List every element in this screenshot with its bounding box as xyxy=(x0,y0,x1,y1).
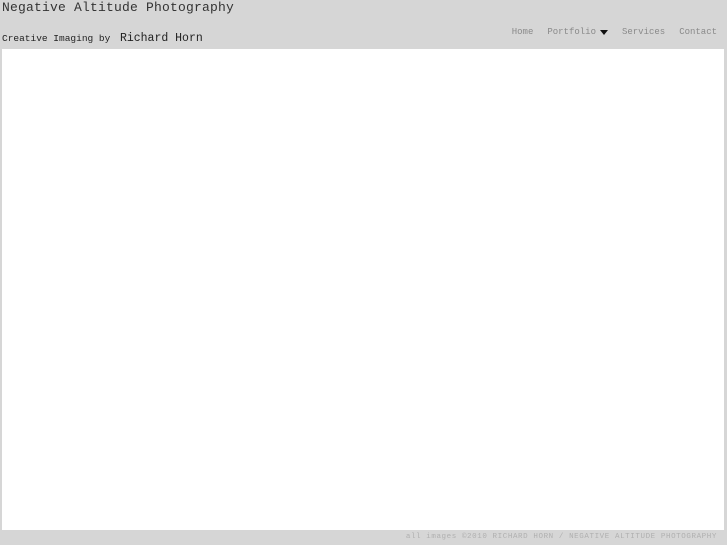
tagline: Creative Imaging by Richard Horn xyxy=(2,30,203,46)
nav-home[interactable]: Home xyxy=(512,27,534,37)
nav-portfolio-label: Portfolio xyxy=(547,27,596,37)
nav-services[interactable]: Services xyxy=(622,27,665,37)
nav-contact-label: Contact xyxy=(679,27,717,37)
tagline-name: Richard Horn xyxy=(119,32,203,45)
nav-contact[interactable]: Contact xyxy=(679,27,717,37)
tagline-prefix: Creative Imaging by xyxy=(2,33,111,44)
main-nav: Home Portfolio Services Contact xyxy=(498,27,717,37)
caret-down-icon xyxy=(599,29,608,35)
footer-copyright: all images ©2010 RICHARD HORN / NEGATIVE… xyxy=(405,533,717,541)
nav-portfolio[interactable]: Portfolio xyxy=(547,27,608,37)
nav-services-label: Services xyxy=(621,27,666,37)
nav-home-label: Home xyxy=(511,27,534,37)
site-title: Negative Altitude Photography xyxy=(2,0,235,15)
content-area xyxy=(2,49,724,530)
